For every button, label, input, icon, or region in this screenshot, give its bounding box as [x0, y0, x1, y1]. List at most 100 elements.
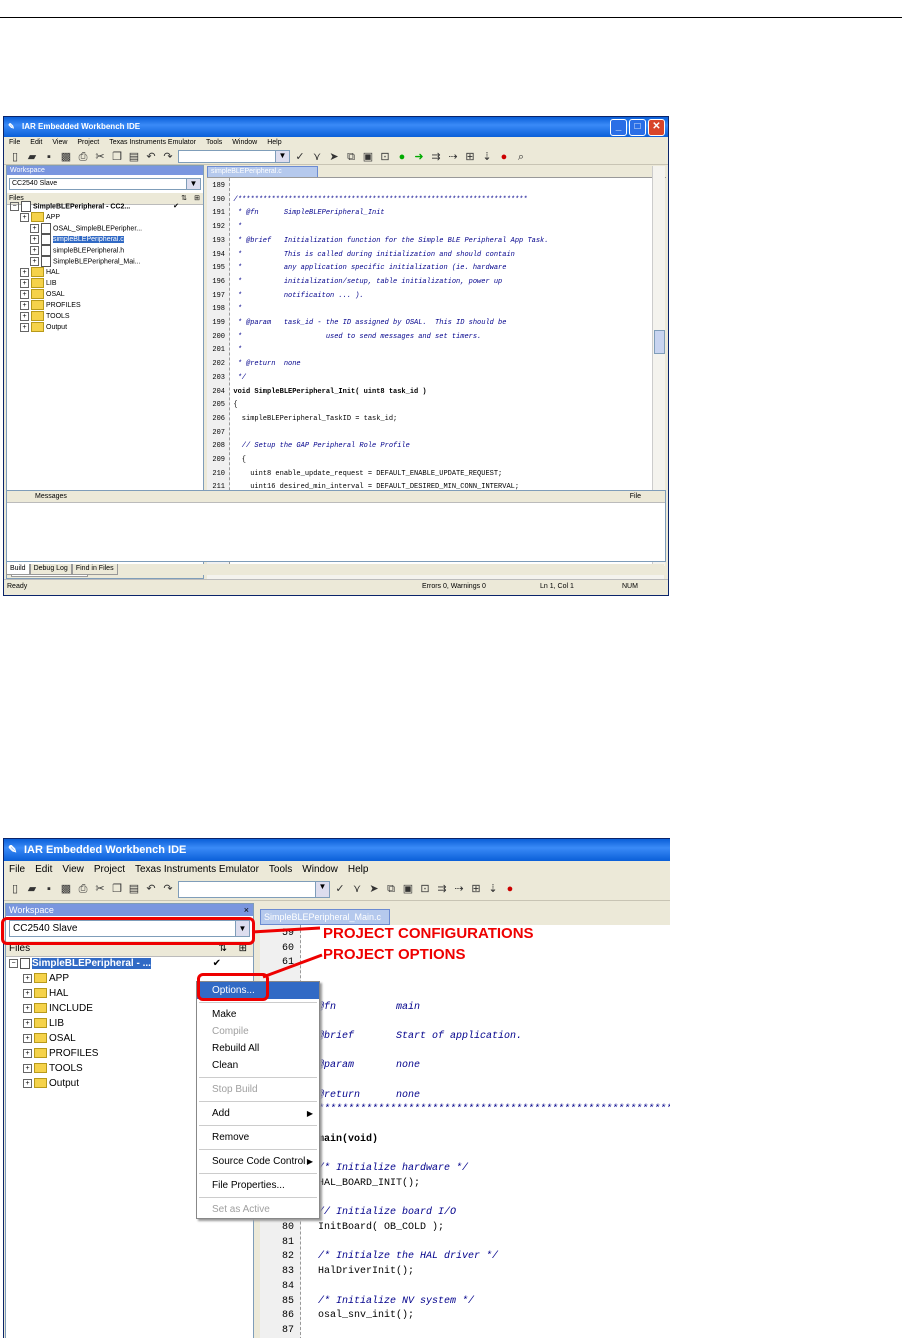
step-icon[interactable]: ⇉	[429, 150, 443, 164]
redo-icon[interactable]: ↷	[161, 882, 175, 896]
menu-help[interactable]: Help	[262, 137, 286, 149]
expand-icon[interactable]: +	[23, 1018, 32, 1028]
tree-item[interactable]: + OSAL	[7, 289, 203, 300]
editor-tab[interactable]: SimpleBLEPeripheral_Main.c	[260, 909, 390, 925]
expand-icon[interactable]: +	[20, 267, 29, 277]
tree-item[interactable]: + PROFILES	[7, 300, 203, 311]
tree-item[interactable]: + TOOLS	[7, 311, 203, 322]
menu-help[interactable]: Help	[343, 861, 374, 878]
redo-icon[interactable]: ↷	[161, 150, 175, 164]
toggle-bookmark-icon[interactable]: ✓	[293, 150, 307, 164]
paste-icon[interactable]: ▤	[127, 882, 141, 896]
print-icon[interactable]: ⎙	[76, 882, 90, 896]
copy-icon[interactable]: ❐	[110, 150, 124, 164]
menu-texas-instruments-emulator[interactable]: Texas Instruments Emulator	[130, 861, 264, 878]
context-menu-item[interactable]: Source Code Control ▶	[197, 1153, 319, 1170]
step-icon[interactable]: ⇉	[435, 882, 449, 896]
context-menu-item[interactable]: File Properties...	[197, 1177, 319, 1194]
expand-icon[interactable]: +	[20, 289, 29, 299]
menu-window[interactable]: Window	[297, 861, 343, 878]
find-combo[interactable]: ▼	[178, 150, 290, 163]
grid-icon[interactable]: ⊞	[469, 882, 483, 896]
goto-icon[interactable]: ➤	[367, 882, 381, 896]
cut-icon[interactable]: ✂	[93, 882, 107, 896]
close-button[interactable]: ✕	[648, 119, 665, 136]
menu-tools[interactable]: Tools	[264, 861, 297, 878]
menu-view[interactable]: View	[47, 137, 72, 149]
menu-project[interactable]: Project	[72, 137, 104, 149]
find-combo[interactable]: ▼	[178, 880, 330, 898]
expand-icon[interactable]: +	[23, 1003, 32, 1013]
make-icon[interactable]: ▣	[361, 150, 375, 164]
tree-item[interactable]: + simpleBLEPeripheral.h	[7, 245, 203, 256]
menu-edit[interactable]: Edit	[30, 861, 57, 878]
expand-icon[interactable]: +	[23, 973, 32, 983]
minimize-button[interactable]: _	[610, 119, 627, 136]
bottom-tab-build[interactable]: Build	[6, 564, 30, 575]
tree-item[interactable]: − SimpleBLEPeripheral - CC2... ✔	[7, 201, 203, 212]
expand-icon[interactable]: +	[20, 300, 29, 310]
context-menu-item[interactable]: Remove	[197, 1129, 319, 1146]
stop-icon[interactable]: ⊡	[378, 150, 392, 164]
maximize-button[interactable]: □	[629, 119, 646, 136]
expand-icon[interactable]: +	[20, 322, 29, 332]
bottom-tab-debug-log[interactable]: Debug Log	[29, 564, 72, 575]
undo-icon[interactable]: ↶	[144, 882, 158, 896]
code-editor[interactable]: 59 60 61 * @fn main * @brief Start of ap…	[260, 925, 670, 1338]
debug-stop-icon[interactable]: ●	[503, 882, 517, 896]
expand-icon[interactable]: +	[23, 988, 32, 998]
run-icon[interactable]: ⇢	[452, 882, 466, 896]
configuration-select[interactable]: CC2540 Slave ▼	[9, 178, 201, 190]
tree-item[interactable]: + Output	[7, 322, 203, 333]
tree-item[interactable]: + LIB	[7, 278, 203, 289]
open-icon[interactable]: ▰	[25, 150, 39, 164]
debug-stop-icon[interactable]: ●	[497, 150, 511, 164]
print-icon[interactable]: ⎙	[76, 150, 90, 164]
make-icon[interactable]: ▣	[401, 882, 415, 896]
expand-icon[interactable]: +	[23, 1063, 32, 1073]
undo-icon[interactable]: ↶	[144, 150, 158, 164]
save-all-icon[interactable]: ▩	[59, 882, 73, 896]
bookmark-icon[interactable]: ⋎	[350, 882, 364, 896]
tree-item[interactable]: + SimpleBLEPeripheral_Mai...	[7, 256, 203, 267]
tree-item[interactable]: + OSAL_SimpleBLEPeripher...	[7, 223, 203, 234]
menu-tools[interactable]: Tools	[201, 137, 227, 149]
expand-icon[interactable]: +	[30, 257, 39, 266]
expand-icon[interactable]: +	[23, 1078, 32, 1088]
new-file-icon[interactable]: ▯	[8, 150, 22, 164]
debug-icon[interactable]: ➜	[412, 150, 426, 164]
breakpoint-icon[interactable]: ●	[395, 150, 409, 164]
paste-icon[interactable]: ▤	[127, 150, 141, 164]
expand-icon[interactable]: +	[20, 212, 29, 222]
goto-icon[interactable]: ➤	[327, 150, 341, 164]
expand-icon[interactable]: +	[23, 1048, 32, 1058]
run-icon[interactable]: ⇢	[446, 150, 460, 164]
menu-texas-instruments-emulator[interactable]: Texas Instruments Emulator	[104, 137, 201, 149]
context-menu-item[interactable]: Add ▶	[197, 1105, 319, 1122]
save-all-icon[interactable]: ▩	[59, 150, 73, 164]
context-menu-item[interactable]: Make	[197, 1006, 319, 1023]
context-menu-item[interactable]: Rebuild All	[197, 1040, 319, 1057]
context-menu-item[interactable]: Clean	[197, 1057, 319, 1074]
expand-icon[interactable]: +	[30, 224, 39, 233]
expand-icon[interactable]: −	[10, 202, 19, 211]
stop-icon[interactable]: ⊡	[418, 882, 432, 896]
grid-icon[interactable]: ⊞	[463, 150, 477, 164]
toggle-bookmark-icon[interactable]: ✓	[333, 882, 347, 896]
menu-file[interactable]: File	[4, 137, 25, 149]
close-icon[interactable]: ×	[244, 904, 249, 916]
bookmark-icon[interactable]: ⋎	[310, 150, 324, 164]
save-icon[interactable]: ▪	[42, 882, 56, 896]
save-icon[interactable]: ▪	[42, 150, 56, 164]
search-icon[interactable]: ⌕	[514, 150, 528, 164]
tree-item[interactable]: + APP	[7, 212, 203, 223]
new-file-icon[interactable]: ▯	[8, 882, 22, 896]
expand-icon[interactable]: −	[9, 958, 18, 968]
expand-icon[interactable]: +	[20, 278, 29, 288]
menu-project[interactable]: Project	[89, 861, 130, 878]
cut-icon[interactable]: ✂	[93, 150, 107, 164]
open-icon[interactable]: ▰	[25, 882, 39, 896]
download-icon[interactable]: ⇣	[480, 150, 494, 164]
tree-item[interactable]: + HAL	[7, 267, 203, 278]
scrollbar-thumb[interactable]	[654, 330, 665, 354]
